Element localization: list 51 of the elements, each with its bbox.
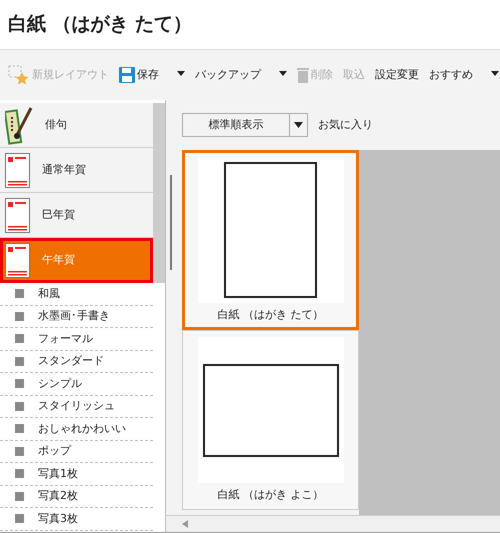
subcategory-item[interactable]: ポップ [38,443,71,460]
brush-scroll-icon [5,105,33,145]
postcard-icon [5,242,30,278]
subcategory-item[interactable]: 写真1枚 [38,466,78,482]
caret-icon[interactable] [491,71,499,76]
square-icon [15,356,24,366]
subcategory-item[interactable]: 写真3枚 [38,510,78,527]
category-item[interactable]: 俳句 [0,103,153,148]
toolbar-button[interactable]: 保存 [119,66,159,84]
subcategory-item[interactable]: 写真2枚 [38,488,78,504]
scrollbar-thumb[interactable] [170,175,172,270]
square-icon [15,424,24,434]
subcategory-item[interactable]: 水墨画･手書き [38,308,110,324]
scrollbar[interactable] [153,103,165,283]
square-icon [15,334,24,344]
postcard-icon [5,198,30,232]
caret-icon [294,122,303,128]
subcategory-item[interactable]: 和風 [38,286,60,302]
square-icon [15,312,24,321]
template-caption: 白紙 （はがき たて） [218,307,324,323]
horizontal-scrollbar[interactable] [166,515,500,533]
postcard-icon [5,152,30,188]
toolbar-button[interactable]: 設定変更 [375,66,419,84]
subcategory-item[interactable]: シンプル [38,376,82,392]
square-icon [15,492,24,501]
toolbar-button[interactable]: バックアップ [195,66,261,84]
caret-icon[interactable] [177,71,185,76]
template-card[interactable]: 白紙 （はがき よこ） [182,330,359,510]
template-caption: 白紙 （はがき よこ） [218,487,324,503]
favorites-label[interactable]: お気に入り [318,116,373,134]
left-arrow-icon[interactable] [182,520,188,528]
save-icon [119,67,135,83]
toolbar-button[interactable]: おすすめ [429,66,473,84]
subcategory-item[interactable]: フォーマル [38,330,93,347]
subcategory-item[interactable]: スタイリッシュ [38,398,115,414]
category-item[interactable]: 通常年賀 [0,148,153,193]
category-item[interactable]: 巳年賀 [0,193,153,238]
subcategory-item[interactable]: おしゃれかわいい [38,420,126,437]
subcategory-item[interactable]: スタンダード [38,353,104,370]
square-icon [15,379,24,388]
square-icon [15,289,24,298]
square-icon [15,514,24,524]
square-icon [15,446,24,456]
window-title: 白紙 （はがき たて） [8,12,192,38]
template-card[interactable]: 白紙 （はがき たて） [182,150,359,330]
caret-icon[interactable] [279,71,287,76]
trash-icon [297,67,309,83]
square-icon [15,402,24,411]
star-layout-icon [8,65,30,85]
square-icon [15,469,24,478]
sort-dropdown[interactable]: 標準順表示 [182,113,308,137]
